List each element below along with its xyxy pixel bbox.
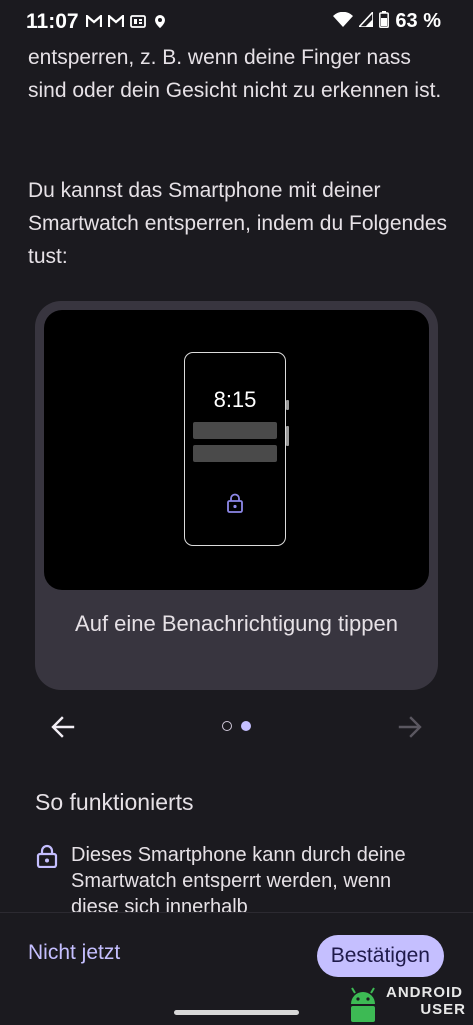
notification-bar (193, 445, 277, 462)
phone-illustration: 8:15 (184, 352, 289, 546)
location-icon (152, 14, 168, 28)
android-robot-icon (351, 987, 375, 1022)
home-indicator[interactable] (174, 1010, 299, 1015)
info-text: Dieses Smartphone kann durch deine Smart… (71, 844, 406, 918)
lock-icon (36, 844, 58, 868)
page-indicator (222, 721, 251, 731)
notification-bar (193, 422, 277, 439)
intro-paragraph: Du kannst das Smartphone mit deiner Smar… (28, 179, 448, 268)
watermark-text: ANDROID USER (386, 984, 466, 1018)
system-status: 63 % (333, 9, 441, 33)
intro-text-continued: entsperren, z. B. wenn deine Finger nass… (28, 46, 442, 102)
section-title: So funktionierts (35, 789, 194, 815)
phone-lockscreen-time: 8:15 (213, 387, 257, 412)
watermark-line: ANDROID (386, 984, 463, 1001)
illustration-screen: 8:15 (44, 310, 429, 590)
gmail-icon (86, 14, 102, 28)
phone-side-button (286, 400, 289, 410)
news-icon (130, 14, 146, 28)
gmail-icon (108, 14, 124, 28)
wifi-icon (333, 11, 354, 32)
watermark-line: USER (420, 1001, 466, 1018)
page-dot-active (241, 721, 251, 731)
status-time: 11:07 (26, 10, 79, 33)
not-now-button[interactable]: Nicht jetzt (28, 941, 120, 965)
phone-side-button (286, 426, 289, 446)
status-bar: 11:07 63 % (0, 0, 473, 44)
lock-icon (227, 493, 243, 513)
illustration-card: 8:15 Auf eine Benachrichtigung tippen (35, 301, 438, 690)
androiduser-logo: ANDROID USER (338, 981, 473, 1024)
step-caption: Auf eine Benachrichtigung tippen (75, 611, 398, 636)
arrow-back-icon[interactable] (50, 714, 76, 740)
battery-percentage: 63 % (395, 10, 441, 32)
page-dot (222, 721, 232, 731)
signal-icon (357, 9, 375, 32)
confirm-button[interactable]: Bestätigen (316, 935, 444, 977)
battery-icon (379, 10, 390, 33)
notification-icons (86, 14, 168, 28)
arrow-forward-icon[interactable] (397, 714, 423, 740)
